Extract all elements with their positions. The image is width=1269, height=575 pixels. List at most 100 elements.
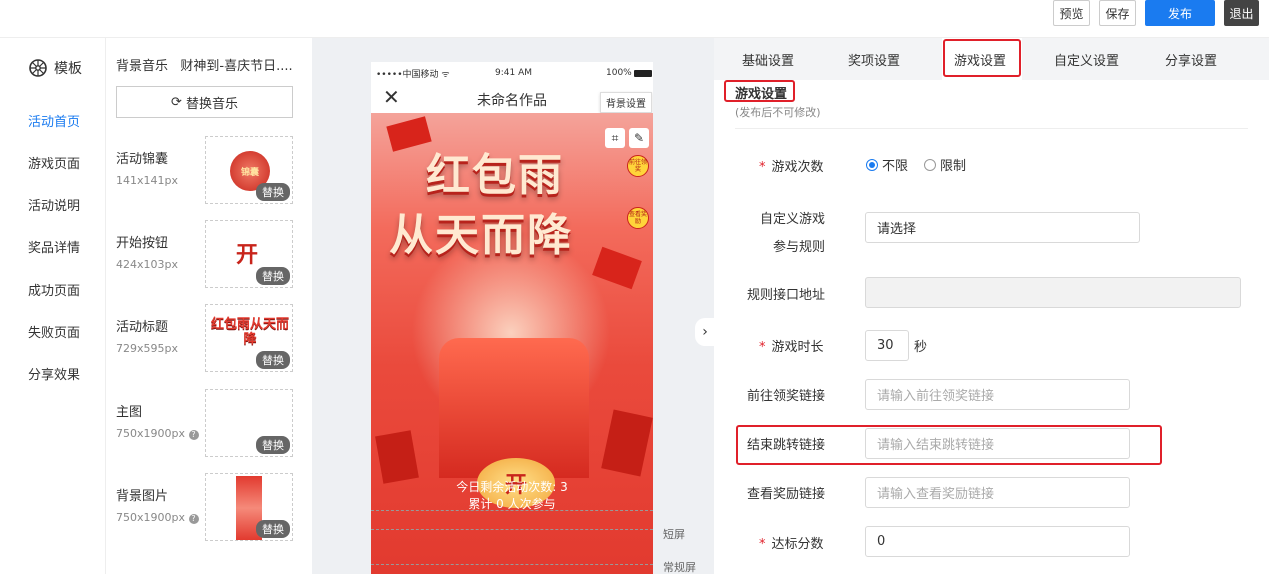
crop-icon[interactable]: ⌗ — [605, 128, 625, 148]
page-nav: 模板 活动首页 游戏页面 活动说明 奖品详情 成功页面 失败页面 分享效果 — [0, 38, 106, 574]
radio-limited[interactable]: 限制 — [924, 155, 966, 174]
reward-link-input[interactable]: 请输入查看奖励链接 — [865, 477, 1130, 508]
asset-name: 开始按钮 — [116, 236, 169, 251]
red-envelope — [386, 116, 432, 152]
asset-size: 141x141px — [116, 174, 178, 187]
carrier-text: •••••中国移动 ᯤ — [376, 69, 450, 80]
nav-item-fail-page[interactable]: 失败页面 — [28, 322, 80, 341]
duration-input[interactable]: 30 — [865, 330, 909, 361]
asset-name: 活动锦囊 — [116, 152, 169, 167]
tab-basic[interactable]: 基础设置 — [742, 38, 794, 80]
edit-icon[interactable]: ✎ — [629, 128, 649, 148]
help-icon[interactable]: ? — [188, 430, 199, 440]
duration-unit: 秒 — [914, 340, 928, 355]
asset-thumb[interactable]: 红包雨从天而降 替换 — [205, 304, 293, 372]
claim-link-label: 前往领奖链接 — [747, 389, 826, 404]
replace-button[interactable]: 替换 — [256, 436, 290, 454]
poster-title-line2: 从天而降 — [389, 210, 573, 261]
poster-title-line1: 红包雨 — [426, 150, 564, 201]
battery-text: 100% — [606, 68, 652, 78]
asset-name: 主图 — [116, 405, 143, 420]
settings-panel: 基础设置 奖项设置 游戏设置 自定义设置 分享设置 游戏设置 (发布后不可修改)… — [714, 38, 1269, 574]
asset-panel: 背景音乐 财神到-喜庆节日.... ⟳ 替换音乐 活动锦囊 141x141px … — [106, 38, 312, 574]
publish-button[interactable]: 发布 — [1145, 0, 1215, 26]
asset-name: 背景图片 — [116, 489, 169, 504]
radio-dot — [866, 158, 878, 171]
replace-button[interactable]: 替换 — [256, 267, 290, 285]
help-icon[interactable]: ? — [188, 514, 199, 524]
bg-music-row: 背景音乐 财神到-喜庆节日.... — [116, 55, 293, 74]
rule-api-input[interactable] — [865, 277, 1241, 308]
normal-screen-line — [371, 564, 653, 565]
asset-size: 424x103px — [116, 258, 178, 271]
short-screen-line — [371, 510, 653, 511]
play-count-label: * 游戏次数 — [759, 160, 824, 175]
title-image: 红包雨从天而降 — [210, 317, 289, 347]
divider — [735, 128, 1248, 129]
nav-item-game-page[interactable]: 游戏页面 — [28, 153, 80, 172]
phone-status-bar: •••••中国移动 ᯤ 9:41 AM 100% — [371, 62, 653, 84]
asset-item: 背景图片 750x1900px ? 替换 — [116, 473, 296, 543]
custom-rule-select[interactable]: 请选择 — [865, 212, 1140, 243]
treasure-chest — [439, 338, 589, 478]
asset-item: 开始按钮 424x103px 开 替换 — [116, 220, 296, 290]
chevron-right-icon: › — [702, 324, 708, 340]
nav-item-description[interactable]: 活动说明 — [28, 195, 80, 214]
nav-item-prize-detail[interactable]: 奖品详情 — [28, 237, 80, 256]
reward-link-label: 查看奖励链接 — [747, 487, 826, 502]
title-highlight-box — [724, 80, 795, 102]
asset-thumb[interactable]: 替换 — [205, 389, 293, 457]
replace-button[interactable]: 替换 — [256, 183, 290, 201]
asset-item: 活动标题 729x595px 红包雨从天而降 替换 — [116, 304, 296, 374]
phone-preview: •••••中国移动 ᯤ 9:41 AM 100% ✕ 未命名作品 背景设置 红包… — [371, 62, 653, 574]
poster-image: 红包雨 从天而降 开 今日剩余活动次数: 3 累计 0 人次参与 ⌗ ✎ 前往领… — [371, 113, 653, 574]
radio-unlimited[interactable]: 不限 — [866, 155, 908, 174]
template-logo[interactable]: 模板 — [28, 58, 82, 78]
view-reward-badge[interactable]: 查看奖励 — [627, 207, 649, 229]
custom-rule-label: 自定义游戏 参与规则 — [760, 212, 826, 255]
exit-button[interactable]: 退出 — [1224, 0, 1259, 26]
tab-custom[interactable]: 自定义设置 — [1054, 38, 1119, 80]
preview-button[interactable]: 预览 — [1053, 0, 1090, 26]
asset-thumb[interactable]: 开 替换 — [205, 220, 293, 288]
asset-size: 750x1900px ? — [116, 427, 199, 440]
short-screen-label: 短屏 — [663, 528, 685, 541]
asset-thumb[interactable]: 替换 — [205, 473, 293, 541]
claim-link-input[interactable]: 请输入前往领奖链接 — [865, 379, 1130, 410]
bg-settings-button[interactable]: 背景设置 — [600, 92, 652, 113]
bg-music-label: 背景音乐 — [116, 59, 169, 74]
remaining-info: 今日剩余活动次数: 3 累计 0 人次参与 — [371, 479, 653, 513]
replace-music-label: 替换音乐 — [185, 96, 238, 112]
start-button-image: 开 — [236, 243, 259, 268]
end-link-highlight-box — [736, 425, 1162, 465]
score-label: * 达标分数 — [759, 537, 824, 552]
asset-name: 活动标题 — [116, 320, 169, 335]
asset-item: 主图 750x1900px ? 替换 — [116, 389, 296, 459]
asset-thumb[interactable]: 锦囊 替换 — [205, 136, 293, 204]
asset-size: 750x1900px ? — [116, 511, 199, 524]
asset-item: 活动锦囊 141x141px 锦囊 替换 — [116, 136, 296, 206]
top-toolbar: 预览 保存 发布 退出 — [0, 0, 1269, 38]
nav-item-home[interactable]: 活动首页 — [28, 111, 80, 130]
nav-item-success-page[interactable]: 成功页面 — [28, 280, 80, 299]
replace-music-button[interactable]: ⟳ 替换音乐 — [116, 86, 293, 118]
replace-button[interactable]: 替换 — [256, 520, 290, 538]
collapse-panel-button[interactable]: › — [695, 318, 715, 346]
tab-share[interactable]: 分享设置 — [1165, 38, 1217, 80]
tab-prizes[interactable]: 奖项设置 — [848, 38, 900, 80]
bg-music-name: 财神到-喜庆节日.... — [180, 59, 293, 74]
short-screen-line — [371, 529, 653, 530]
battery-icon — [633, 69, 652, 77]
wifi-icon: ᯤ — [441, 69, 450, 80]
duration-label: * 游戏时长 — [759, 340, 824, 355]
nav-item-share[interactable]: 分享效果 — [28, 364, 80, 383]
replace-button[interactable]: 替换 — [256, 351, 290, 369]
rule-api-label: 规则接口地址 — [747, 288, 826, 303]
tab-highlight-box — [943, 39, 1021, 77]
section-subtitle: (发布后不可修改) — [735, 106, 821, 119]
preview-canvas: •••••中国移动 ᯤ 9:41 AM 100% ✕ 未命名作品 背景设置 红包… — [312, 38, 715, 574]
save-button[interactable]: 保存 — [1099, 0, 1136, 26]
score-input[interactable]: 0 — [865, 526, 1130, 557]
remaining-count: 今日剩余活动次数: 3 — [456, 480, 568, 494]
claim-prize-badge[interactable]: 前往领奖 — [627, 155, 649, 177]
